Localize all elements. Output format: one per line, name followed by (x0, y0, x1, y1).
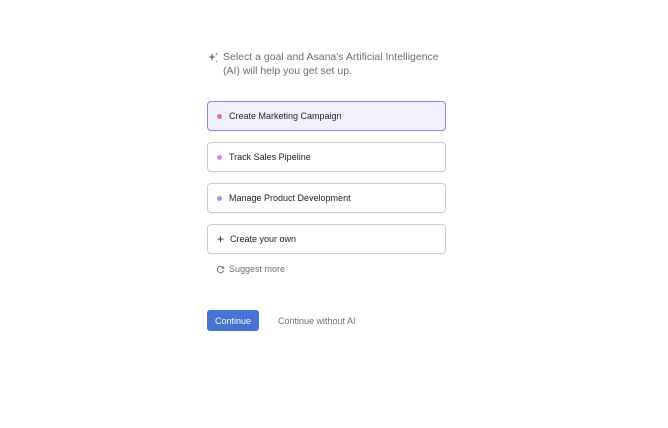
goal-option-create-own[interactable]: + Create your own (207, 224, 446, 254)
goal-color-dot (217, 154, 222, 160)
goal-color-dot (217, 195, 222, 201)
sparkle-icon (208, 52, 218, 63)
goal-label: Create your own (230, 234, 297, 244)
refresh-icon (216, 265, 225, 273)
goal-option-sales-pipeline[interactable]: Track Sales Pipeline (207, 142, 446, 172)
goal-label: Manage Product Development (229, 193, 351, 203)
goal-option-marketing-campaign[interactable]: Create Marketing Campaign (207, 101, 446, 131)
ai-setup-page: Select a goal and Asana's Artificial Int… (0, 0, 668, 428)
plus-icon: + (217, 232, 225, 246)
goal-color-dot (217, 113, 222, 119)
goal-label: Track Sales Pipeline (229, 152, 311, 162)
suggest-more-button[interactable]: Suggest more (216, 264, 285, 274)
goal-label: Create Marketing Campaign (229, 111, 342, 121)
suggest-more-label: Suggest more (229, 264, 286, 274)
ai-intro: Select a goal and Asana's Artificial Int… (207, 50, 457, 78)
continue-without-ai-button[interactable]: Continue without AI (278, 310, 356, 331)
intro-text: Select a goal and Asana's Artificial Int… (223, 51, 439, 77)
continue-button[interactable]: Continue (207, 310, 259, 331)
goal-option-product-development[interactable]: Manage Product Development (207, 183, 446, 213)
